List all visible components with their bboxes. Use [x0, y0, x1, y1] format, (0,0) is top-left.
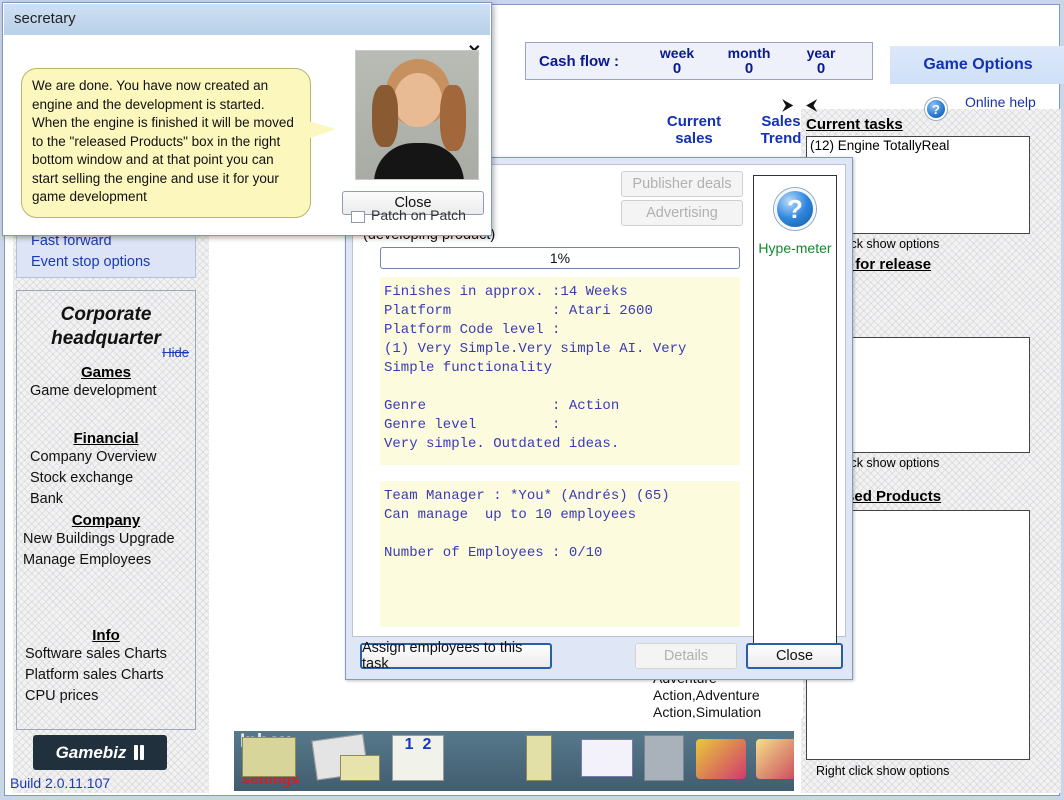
cash-flow-week-value: 0 [672, 60, 682, 77]
panel-title: Corporate headquarter [17, 291, 195, 351]
development-progress-bar: 1% [380, 247, 740, 269]
app-root: Cash flow : week 0 month 0 year 0 Game O… [0, 0, 1064, 800]
publisher-deals-button[interactable]: Publisher deals [621, 171, 743, 197]
cash-flow-month-value: 0 [744, 60, 754, 77]
cash-flow-month-label: month [727, 45, 771, 61]
sidebar-group-games: Games [80, 364, 132, 381]
logo-bars-icon [134, 745, 145, 760]
build-version: Build 2.0.11.107 [10, 775, 111, 791]
project-close-button[interactable]: Close [746, 643, 843, 669]
project-info-top: Finishes in approx. :14 Weeks Platform :… [380, 277, 740, 465]
hype-meter-panel: ? Hype-meter [753, 175, 837, 650]
music-icon[interactable] [696, 739, 746, 779]
cash-flow-year-label: year [806, 45, 836, 61]
envelope-icon[interactable] [242, 737, 296, 777]
game-options-button[interactable]: Game Options [890, 46, 1064, 84]
sales-trend-label: Sales Trend [760, 113, 802, 147]
details-button: Details [635, 643, 737, 669]
help-icon[interactable]: ? [925, 98, 947, 120]
project-dialog-footer: Assign employees to this task Details Cl… [346, 637, 852, 679]
current-sales-label: Current sales [666, 113, 722, 147]
sidebar-group-company: Company [71, 512, 141, 529]
patch-on-patch-checkbox[interactable] [351, 211, 365, 223]
sidebar-item-bank[interactable]: Bank [17, 489, 195, 510]
sidebar-item-event-stop-options[interactable]: Event stop options [31, 252, 195, 273]
cash-flow-box: Cash flow : week 0 month 0 year 0 [525, 42, 873, 80]
secretary-dialog-title: secretary [4, 4, 490, 35]
sidebar-item-game-development[interactable]: Game development [17, 381, 195, 402]
cash-flow-year-value: 0 [816, 60, 826, 77]
advertising-button[interactable]: Advertising [621, 200, 743, 226]
secretary-message-bubble: We are done. You have now created an eng… [21, 68, 336, 218]
sidebar-item-company-overview[interactable]: Company Overview [17, 447, 195, 468]
cash-flow-label: Cash flow : [539, 52, 620, 70]
gamebiz-logo-text: Gamebiz [55, 742, 127, 762]
cash-flow-month: month 0 [713, 45, 785, 77]
cash-flow-year: year 0 [785, 45, 857, 77]
photo-icon[interactable] [644, 735, 684, 781]
hide-link[interactable]: Hide [162, 345, 189, 360]
sidebar-item-cpu-prices[interactable]: CPU prices [17, 686, 195, 707]
corporate-headquarter-panel: Corporate headquarter Hide Games Game de… [16, 290, 196, 730]
current-tasks-heading: Current tasks [806, 116, 903, 133]
online-help-link[interactable]: Online help [965, 94, 1036, 110]
chart-icon[interactable] [581, 739, 633, 777]
cash-flow-week-label: week [659, 45, 695, 61]
cash-flow-week: week 0 [641, 45, 713, 77]
assign-employees-button[interactable]: Assign employees to this task [360, 640, 552, 672]
list-item[interactable]: (12) Engine TotallyReal [807, 137, 1029, 154]
bottom-dock: Inbox (2) settings 1 2 [234, 731, 794, 791]
secretary-avatar [355, 50, 479, 180]
hype-meter-label: Hype-meter [758, 240, 832, 256]
sidebar-item-stock-exchange[interactable]: Stock exchange [17, 468, 195, 489]
list-item[interactable]: Action,Simulation [653, 704, 803, 718]
sidebar-item-software-sales-charts[interactable]: Software sales Charts [17, 644, 195, 665]
released-products-hint: Right click show options [816, 764, 950, 778]
sfx-icon[interactable] [756, 739, 794, 779]
newspaper-envelope-icon[interactable] [340, 755, 380, 781]
gamebiz-logo: Gamebiz [33, 735, 167, 770]
sidebar-group-info: Info [92, 627, 120, 644]
project-info-bottom: Team Manager : *You* (Andrés) (65) Can m… [380, 481, 740, 627]
sidebar-item-platform-sales-charts[interactable]: Platform sales Charts [17, 665, 195, 686]
secretary-dialog: secretary ✕ We are done. You have now cr… [2, 2, 492, 236]
patch-on-patch-label: Patch on Patch [371, 207, 466, 223]
numbers-icon[interactable]: 1 2 [392, 735, 444, 781]
list-item[interactable]: Action,Adventure [653, 687, 803, 704]
panel-title-line1: Corporate [60, 304, 152, 325]
question-mark-icon: ? [774, 188, 816, 230]
sidebar-item-manage-employees[interactable]: Manage Employees [17, 550, 195, 571]
building-icon[interactable] [526, 735, 552, 781]
sidebar-group-financial: Financial [73, 430, 139, 447]
sidebar-item-new-buildings-upgrade[interactable]: New Buildings Upgrade [17, 529, 195, 550]
